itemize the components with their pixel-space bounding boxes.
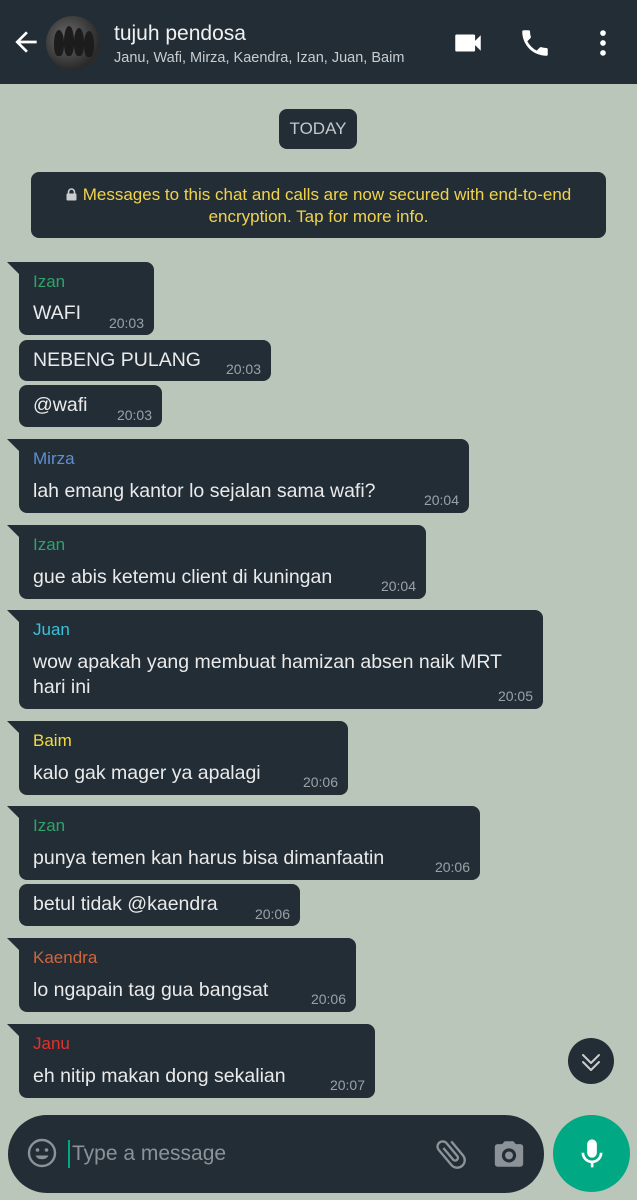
message-sender: Baim xyxy=(33,731,72,750)
message-time: 20:05 xyxy=(497,688,533,704)
lock-icon xyxy=(66,185,77,201)
message-time: 20:06 xyxy=(302,774,338,790)
date-divider: TODAY xyxy=(279,109,357,149)
message-bubble[interactable]: Kaendra lo ngapain tag gua bangsat 20:06 xyxy=(7,938,356,1012)
voice-message-button[interactable] xyxy=(553,1115,630,1192)
message-time: 20:03 xyxy=(116,407,152,423)
message-time: 20:04 xyxy=(423,492,459,508)
message-text: eh nitip makan dong sekalian xyxy=(33,1065,286,1087)
scroll-down-button[interactable] xyxy=(568,1038,614,1084)
message-text: kalo gak mager ya apalagi xyxy=(33,762,261,784)
message-time: 20:04 xyxy=(380,578,416,594)
message-bubble[interactable]: NEBENG PULANG 20:03 xyxy=(19,340,271,381)
chat-title[interactable]: tujuh pendosa xyxy=(114,22,246,46)
message-bubble[interactable]: @wafi 20:03 xyxy=(19,385,162,427)
message-text: WAFI xyxy=(33,302,82,324)
message-time: 20:06 xyxy=(254,906,290,922)
message-text: gue abis ketemu client di kuningan xyxy=(33,566,333,588)
scroll-down-icon xyxy=(582,1054,600,1071)
message-time: 20:07 xyxy=(329,1077,365,1093)
message-input[interactable] xyxy=(72,1135,412,1173)
message-sender: Janu xyxy=(33,1034,70,1053)
chat-header: tujuh pendosa Janu, Wafi, Mirza, Kaendra… xyxy=(0,0,637,84)
attach-icon[interactable] xyxy=(432,1135,470,1173)
message-bubble[interactable]: betul tidak @kaendra 20:06 xyxy=(19,884,300,926)
message-sender: Kaendra xyxy=(33,948,98,967)
message-bubble[interactable]: Izan gue abis ketemu client di kuningan … xyxy=(7,525,426,599)
message-time: 20:03 xyxy=(108,315,144,331)
encryption-notice[interactable]: Messages to this chat and calls are now … xyxy=(31,172,606,238)
message-text: wow apakah yang membuat hamizan absen na… xyxy=(33,651,502,673)
encryption-notice-text: Messages to this chat and calls are now … xyxy=(82,185,572,226)
message-bubble[interactable]: Baim kalo gak mager ya apalagi 20:06 xyxy=(7,721,348,795)
microphone-icon xyxy=(581,1139,603,1168)
message-bubble[interactable]: Izan WAFI 20:03 xyxy=(7,262,154,335)
message-bubble[interactable]: Juan wow apakah yang membuat hamizan abs… xyxy=(7,610,543,709)
group-avatar[interactable] xyxy=(46,16,100,70)
message-bubble[interactable]: Mirza lah emang kantor lo sejalan sama w… xyxy=(7,439,469,513)
message-bubble[interactable]: Izan punya temen kan harus bisa dimanfaa… xyxy=(7,806,480,880)
message-sender: Izan xyxy=(33,816,66,835)
voice-call-icon[interactable] xyxy=(518,26,552,60)
message-bubble[interactable]: Janu eh nitip makan dong sekalian 20:07 xyxy=(7,1024,375,1098)
video-call-icon[interactable] xyxy=(451,26,485,60)
message-sender: Mirza xyxy=(33,449,75,468)
message-composer xyxy=(8,1115,544,1193)
message-text: hari ini xyxy=(33,676,91,698)
message-text: punya temen kan harus bisa dimanfaatin xyxy=(33,847,385,869)
message-text: @wafi xyxy=(33,394,88,416)
back-arrow-icon[interactable] xyxy=(10,26,42,58)
message-text: lah emang kantor lo sejalan sama wafi? xyxy=(33,480,376,502)
message-text: NEBENG PULANG xyxy=(33,349,201,371)
message-text: betul tidak @kaendra xyxy=(33,893,218,915)
message-text: lo ngapain tag gua bangsat xyxy=(33,979,269,1001)
text-cursor xyxy=(68,1140,70,1168)
message-sender: Izan xyxy=(33,535,66,554)
message-sender: Izan xyxy=(33,272,66,291)
message-sender: Juan xyxy=(33,620,70,639)
message-time: 20:03 xyxy=(225,361,261,377)
message-time: 20:06 xyxy=(310,991,346,1007)
message-time: 20:06 xyxy=(434,859,470,875)
more-options-icon[interactable] xyxy=(586,26,620,60)
camera-icon[interactable] xyxy=(492,1137,526,1171)
chat-participants[interactable]: Janu, Wafi, Mirza, Kaendra, Izan, Juan, … xyxy=(114,50,404,66)
emoji-icon[interactable] xyxy=(26,1137,58,1169)
